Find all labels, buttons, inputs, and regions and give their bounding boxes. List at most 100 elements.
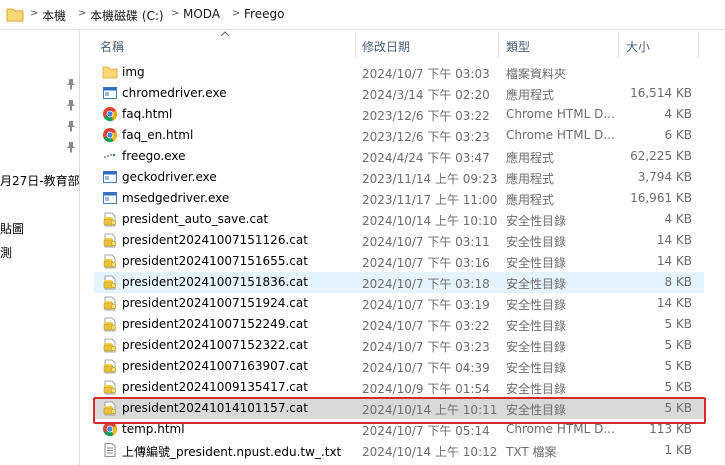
file-date: 2024/10/14 上午 10:12 bbox=[362, 445, 498, 459]
file-date: 2023/11/17 上午 11:00 bbox=[362, 193, 498, 207]
file-row[interactable]: president20241007163907.cat 2024/10/7 下午 … bbox=[94, 356, 704, 377]
catalog-icon bbox=[102, 358, 118, 374]
file-date: 2023/12/6 下午 03:23 bbox=[362, 130, 490, 144]
file-row[interactable]: president20241007151655.cat 2024/10/7 下午 … bbox=[94, 251, 704, 272]
folder-icon bbox=[6, 8, 24, 22]
txt-icon bbox=[102, 442, 118, 458]
column-divider[interactable] bbox=[698, 32, 699, 58]
chevron-right-icon: > bbox=[30, 8, 39, 19]
freego-icon bbox=[102, 148, 118, 164]
file-type: 安全性目錄 bbox=[506, 403, 567, 417]
file-size: 8 KB bbox=[664, 275, 692, 289]
navigation-pane[interactable]: 月27日-教育部- 貼圖 測 bbox=[0, 30, 80, 465]
column-header-type[interactable]: 類型 bbox=[506, 38, 530, 55]
column-header-date[interactable]: 修改日期 bbox=[362, 38, 410, 55]
file-size: 62,225 KB bbox=[630, 149, 692, 163]
file-date: 2024/10/7 下午 04:39 bbox=[362, 361, 490, 375]
file-row[interactable]: temp.html 2024/10/7 下午 05:14 Chrome HTML D… bbox=[94, 419, 704, 440]
sort-ascending-icon bbox=[220, 31, 230, 37]
file-row[interactable]: president20241007151126.cat 2024/10/7 下午 … bbox=[94, 230, 704, 251]
folder-icon bbox=[102, 64, 118, 80]
column-header-size[interactable]: 大小 bbox=[626, 38, 650, 55]
file-row[interactable]: geckodriver.exe 2023/11/14 上午 09:23 應用程式 3,… bbox=[94, 167, 704, 188]
catalog-icon bbox=[102, 232, 118, 248]
file-type: 安全性目錄 bbox=[506, 235, 567, 249]
file-size: 113 KB bbox=[649, 422, 692, 436]
chevron-right-icon: > bbox=[171, 8, 180, 19]
file-row[interactable]: president_auto_save.cat 2024/10/14 上午 10:… bbox=[94, 209, 704, 230]
file-size: 3,794 KB bbox=[637, 170, 692, 184]
file-row[interactable]: president20241007152249.cat 2024/10/7 下午 … bbox=[94, 314, 704, 335]
nav-item[interactable]: 測 bbox=[0, 244, 12, 261]
file-name: temp.html bbox=[122, 422, 185, 436]
catalog-icon bbox=[102, 295, 118, 311]
column-divider[interactable] bbox=[355, 32, 356, 58]
breadcrumb-item[interactable]: MODA bbox=[183, 7, 220, 21]
file-size: 5 KB bbox=[664, 338, 692, 352]
exe-icon bbox=[102, 85, 118, 101]
file-size: 16,961 KB bbox=[630, 191, 692, 205]
file-name: geckodriver.exe bbox=[122, 170, 217, 184]
file-row[interactable]: img 2024/10/7 下午 03:03 檔案資料夾 bbox=[94, 62, 704, 83]
file-name: president20241007152249.cat bbox=[122, 317, 308, 331]
file-row[interactable]: freego.exe 2024/4/24 下午 03:47 應用程式 62,225 K… bbox=[94, 146, 704, 167]
catalog-icon bbox=[102, 337, 118, 353]
pin-icon[interactable] bbox=[66, 78, 76, 90]
file-name: msedgedriver.exe bbox=[122, 191, 230, 205]
file-row[interactable]: msedgedriver.exe 2023/11/17 上午 11:00 應用程式 1… bbox=[94, 188, 704, 209]
file-date: 2024/10/7 下午 05:14 bbox=[362, 424, 490, 438]
nav-item[interactable]: 貼圖 bbox=[0, 220, 24, 237]
catalog-icon bbox=[102, 316, 118, 332]
file-row[interactable]: president20241014101157.cat 2024/10/14 上午… bbox=[94, 398, 704, 419]
file-name: img bbox=[122, 65, 145, 79]
file-name: president_auto_save.cat bbox=[122, 212, 269, 226]
file-type: Chrome HTML D... bbox=[506, 128, 614, 142]
catalog-icon bbox=[102, 274, 118, 290]
file-type: 安全性目錄 bbox=[506, 319, 567, 333]
chrome-icon bbox=[102, 127, 118, 143]
file-row[interactable]: president20241009135417.cat 2024/10/9 下午 … bbox=[94, 377, 704, 398]
file-name: faq_en.html bbox=[122, 128, 194, 142]
file-row[interactable]: president20241007151924.cat 2024/10/7 下午 … bbox=[94, 293, 704, 314]
file-date: 2024/10/14 上午 10:10 bbox=[362, 214, 498, 228]
column-header-row: 名稱 修改日期 類型 大小 bbox=[80, 30, 725, 60]
file-size: 14 KB bbox=[656, 233, 692, 247]
chrome-icon bbox=[102, 421, 118, 437]
breadcrumb-item[interactable]: Freego bbox=[244, 7, 284, 21]
pin-icon[interactable] bbox=[66, 120, 76, 132]
file-size: 5 KB bbox=[664, 380, 692, 394]
column-divider[interactable] bbox=[618, 32, 619, 58]
file-row[interactable]: chromedriver.exe 2024/3/14 下午 02:20 應用程式 16… bbox=[94, 83, 704, 104]
pin-icon[interactable] bbox=[66, 99, 76, 111]
chevron-right-icon: > bbox=[78, 8, 87, 19]
breadcrumb-item[interactable]: 本機 bbox=[42, 7, 66, 24]
file-type: 安全性目錄 bbox=[506, 361, 567, 375]
file-name: president20241007151655.cat bbox=[122, 254, 308, 268]
file-date: 2024/10/7 下午 03:03 bbox=[362, 67, 490, 81]
file-date: 2023/12/6 下午 03:22 bbox=[362, 109, 490, 123]
file-row[interactable]: 上傳編號_president.npust.edu.tw_.txt 2024/10/… bbox=[94, 440, 704, 461]
catalog-icon bbox=[102, 211, 118, 227]
file-type: TXT 檔案 bbox=[506, 445, 557, 459]
file-row[interactable]: faq.html 2023/12/6 下午 03:22 Chrome HTML D.… bbox=[94, 104, 704, 125]
column-divider[interactable] bbox=[498, 32, 499, 58]
file-date: 2024/10/7 下午 03:22 bbox=[362, 319, 490, 333]
file-name: freego.exe bbox=[122, 149, 186, 163]
file-date: 2024/10/7 下午 03:18 bbox=[362, 277, 490, 291]
file-row[interactable]: president20241007151836.cat 2024/10/7 下午 … bbox=[94, 272, 704, 293]
pin-icon[interactable] bbox=[66, 141, 76, 153]
file-type: 應用程式 bbox=[506, 151, 555, 165]
file-row[interactable]: faq_en.html 2023/12/6 下午 03:23 Chrome HTML… bbox=[94, 125, 704, 146]
nav-item[interactable]: 月27日-教育部- bbox=[0, 172, 79, 189]
file-list[interactable]: img 2024/10/7 下午 03:03 檔案資料夾 chromedriver.e… bbox=[80, 62, 725, 465]
file-date: 2024/10/7 下午 03:23 bbox=[362, 340, 490, 354]
address-bar[interactable]: > 本機 > 本機磁碟 (C:) > MODA > Freego bbox=[0, 0, 725, 30]
breadcrumb-item[interactable]: 本機磁碟 (C:) bbox=[90, 7, 164, 24]
file-type: 安全性目錄 bbox=[506, 382, 567, 396]
file-type: 安全性目錄 bbox=[506, 277, 567, 291]
exe-icon bbox=[102, 190, 118, 206]
file-name: president20241007151126.cat bbox=[122, 233, 308, 247]
file-date: 2024/10/14 上午 10:11 bbox=[362, 403, 498, 417]
column-header-name[interactable]: 名稱 bbox=[100, 38, 124, 55]
file-row[interactable]: president20241007152322.cat 2024/10/7 下午 … bbox=[94, 335, 704, 356]
